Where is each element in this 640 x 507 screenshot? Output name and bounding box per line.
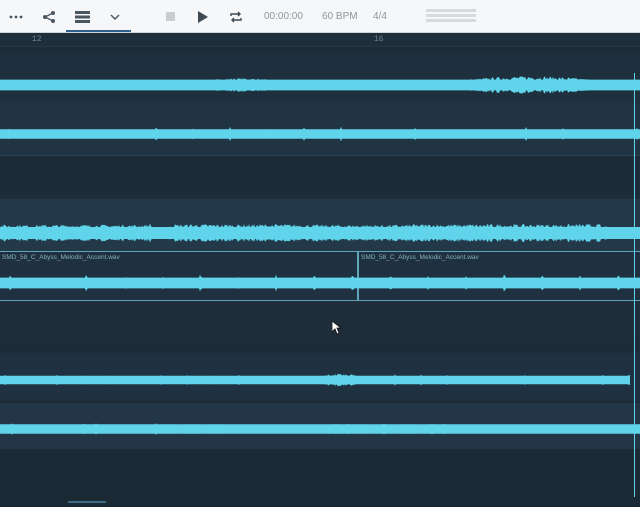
tempo-display[interactable]: 60 BPM [322,0,358,33]
chevron-down-icon[interactable] [104,0,126,33]
tracks-list-icon[interactable] [70,0,94,33]
time-signature-display[interactable]: 4/4 [373,0,387,33]
daw-app: 00:00:00 60 BPM 4/4 12 16 SMD_58_C_Abyss… [0,0,640,507]
toolbar: 00:00:00 60 BPM 4/4 [0,0,640,33]
waveform-track-3 [0,223,640,243]
waveform-track-5 [0,373,630,387]
loading-placeholder [426,9,476,25]
waveform-track-2 [0,126,640,142]
waveform-track-6 [0,423,640,435]
mouse-cursor-icon [332,321,342,335]
arrangement-timeline[interactable]: 12 16 SMD_58_C_Abyss_Melodic_Accent.wav … [0,33,640,507]
waveforms [0,76,640,435]
waveform-track-4 [0,274,640,292]
play-icon[interactable] [193,0,213,33]
loop-icon[interactable] [225,0,247,33]
time-display: 00:00:00 [264,11,303,22]
stop-icon[interactable] [160,0,180,33]
waveform-track-1 [0,76,640,94]
playhead[interactable] [634,73,635,497]
more-horizontal-icon[interactable] [4,0,28,33]
share-icon[interactable] [38,0,60,33]
horizontal-scrollbar-thumb[interactable] [68,501,106,503]
active-view-indicator [66,30,131,32]
